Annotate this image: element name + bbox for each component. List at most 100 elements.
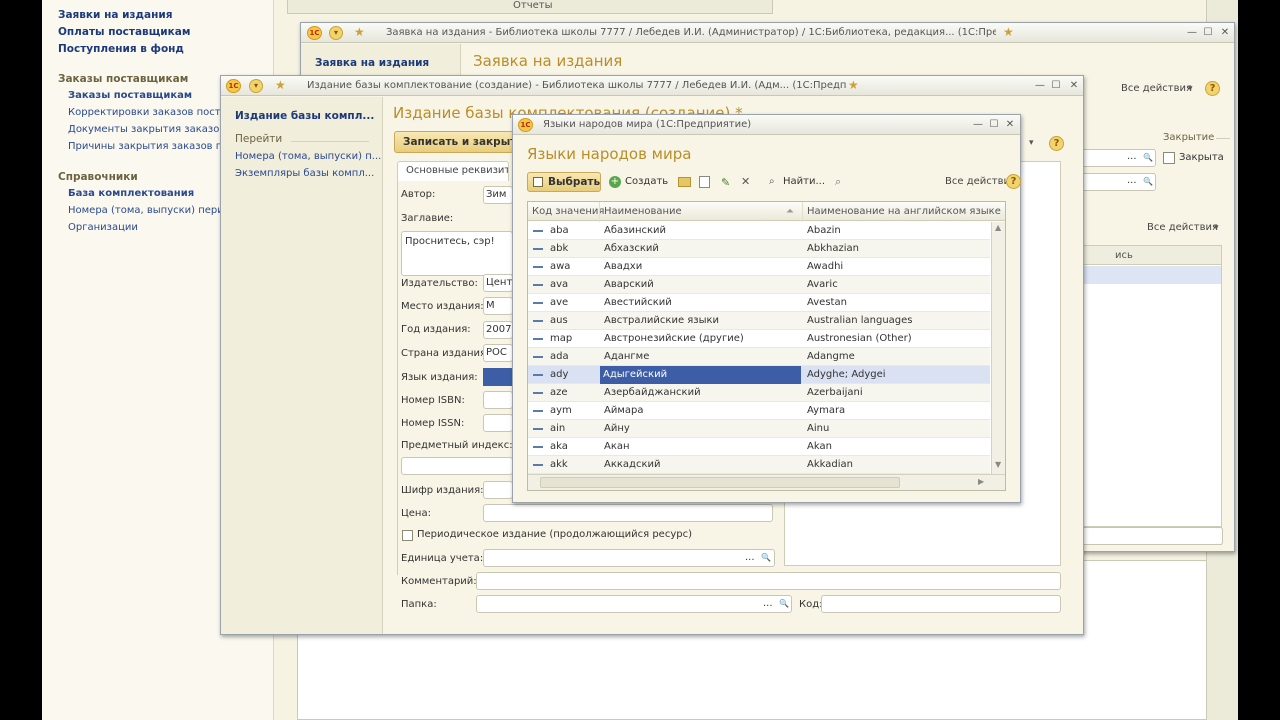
nav-link[interactable]: Поступления в фонд xyxy=(58,43,184,55)
find-icon[interactable]: ⌕ xyxy=(769,176,775,187)
delete-icon[interactable]: ✕ xyxy=(741,175,750,188)
table-row[interactable]: aze Азербайджанский Azerbaijani xyxy=(528,384,990,402)
maximize-icon[interactable]: ☐ xyxy=(1049,79,1063,93)
favorite-star-icon[interactable]: ★ xyxy=(354,25,365,39)
isbn-field[interactable] xyxy=(483,391,513,409)
cipher-field[interactable] xyxy=(483,481,513,499)
help-icon[interactable]: ? xyxy=(1205,81,1220,96)
languages-window-titlebar[interactable]: 1С Языки народов мира (1С:Предприятие) —… xyxy=(513,115,1020,135)
table-row[interactable]: aym Аймара Aymara xyxy=(528,402,990,420)
maximize-icon[interactable]: ☐ xyxy=(1201,26,1215,40)
issn-field[interactable] xyxy=(483,414,513,432)
request-all-actions[interactable]: Все действия xyxy=(1121,83,1192,94)
nav-link[interactable]: Организации xyxy=(68,222,138,233)
code-field[interactable] xyxy=(821,595,1061,613)
table-row[interactable]: aka Акан Akan xyxy=(528,438,990,456)
closed-checkbox[interactable] xyxy=(1163,152,1175,164)
comment-field[interactable] xyxy=(476,572,1061,590)
nav-link[interactable]: Заказы поставщикам xyxy=(68,90,192,101)
create-button[interactable]: Создать xyxy=(625,176,668,187)
favorite-star-icon[interactable]: ★ xyxy=(275,78,286,92)
minimize-icon[interactable]: — xyxy=(1033,79,1047,93)
nav-link[interactable]: Заявки на издания xyxy=(58,9,172,21)
search-icon[interactable]: 🔍 xyxy=(1141,175,1155,189)
horizontal-scrollbar[interactable]: ▶ xyxy=(528,474,1005,490)
author-field[interactable]: Зим xyxy=(483,186,513,204)
scroll-up-arrow-icon[interactable]: ▲ xyxy=(995,223,1001,232)
nav-link[interactable]: База комплектования xyxy=(68,188,194,199)
close-icon[interactable]: ✕ xyxy=(1218,26,1232,40)
table-row[interactable]: ady Адыгейский Adyghe; Adygei xyxy=(528,366,990,384)
table-row[interactable]: ain Айну Ainu xyxy=(528,420,990,438)
nav-link[interactable]: Оплаты поставщикам xyxy=(58,26,190,38)
column-header-english[interactable]: Наименование на английском языке xyxy=(807,206,1001,217)
close-icon[interactable]: ✕ xyxy=(1067,79,1081,93)
nav-link[interactable]: Причины закрытия заказов пос xyxy=(68,141,234,152)
ellipsis-button[interactable]: ... xyxy=(763,598,773,609)
select-button[interactable]: Выбрать xyxy=(527,172,601,192)
favorite-star-icon[interactable]: ★ xyxy=(848,78,859,92)
close-icon[interactable]: ✕ xyxy=(1003,118,1017,132)
search-icon[interactable]: 🔍 xyxy=(777,597,791,611)
request-all-actions-2[interactable]: Все действия xyxy=(1147,222,1218,233)
ellipsis-button[interactable]: ... xyxy=(745,552,755,563)
horizontal-scroll-thumb[interactable] xyxy=(540,477,900,488)
create-icon[interactable]: + xyxy=(609,176,621,188)
find-button[interactable]: Найти... xyxy=(783,176,825,187)
table-row[interactable]: ave Авестийский Avestan xyxy=(528,294,990,312)
request-table[interactable]: ись xyxy=(1076,245,1222,545)
periodic-checkbox[interactable] xyxy=(402,530,413,541)
table-row[interactable]: aba Абазинский Abazin xyxy=(528,222,990,240)
languages-table[interactable]: Код значения Наименование ⏶ Наименование… xyxy=(527,201,1006,491)
base-nav-title[interactable]: Издание базы компл... xyxy=(235,110,374,122)
ellipsis-button[interactable]: ... xyxy=(1127,151,1137,162)
cancel-search-icon[interactable]: ⌕ xyxy=(835,175,841,189)
language-field-selected[interactable] xyxy=(483,368,513,386)
table-row[interactable]: abk Абхазский Abkhazian xyxy=(528,240,990,258)
search-icon[interactable]: 🔍 xyxy=(759,551,773,565)
table-row[interactable]: aus Австралийские языки Australian languag… xyxy=(528,312,990,330)
subject-field[interactable] xyxy=(401,457,513,475)
add-folder-icon[interactable] xyxy=(678,177,691,187)
menu-circle-icon[interactable]: ▾ xyxy=(249,79,263,93)
search-icon[interactable]: 🔍 xyxy=(1141,151,1155,165)
nav-link[interactable]: Документы закрытия заказов п xyxy=(68,124,235,135)
help-icon[interactable]: ? xyxy=(1006,174,1021,189)
request-table-row[interactable] xyxy=(1077,266,1221,284)
column-header-name[interactable]: Наименование xyxy=(604,206,682,217)
table-row[interactable]: akk Аккадский Akkadian xyxy=(528,456,990,474)
folder-field[interactable] xyxy=(476,595,792,613)
table-row[interactable]: awa Авадхи Awadhi xyxy=(528,258,990,276)
menu-circle-icon[interactable]: ▾ xyxy=(329,26,343,40)
help-icon[interactable]: ? xyxy=(1049,136,1064,151)
scroll-right-arrow-icon[interactable]: ▶ xyxy=(978,477,984,486)
table-row[interactable]: ava Аварский Avaric xyxy=(528,276,990,294)
reports-label[interactable]: Отчеты xyxy=(513,0,552,11)
price-field[interactable] xyxy=(483,504,773,522)
request-window-titlebar[interactable]: 1С ▾ ★ Заявка на издания - Библиотека шк… xyxy=(301,23,1234,43)
tab-main-props[interactable]: Основные реквизиты xyxy=(397,161,509,181)
country-field[interactable]: РОС xyxy=(483,344,513,362)
favorite-star-icon[interactable]: ★ xyxy=(1003,25,1014,39)
vertical-scrollbar[interactable]: ▲ ▼ xyxy=(991,222,1005,474)
copy-icon[interactable] xyxy=(699,176,710,188)
edit-pencil-icon[interactable]: ✎ xyxy=(721,176,730,189)
place-field[interactable]: М xyxy=(483,297,513,315)
publisher-field[interactable]: Цент xyxy=(483,274,513,292)
base-window-titlebar[interactable]: 1С ▾ ★ Издание базы комплектование (созд… xyxy=(221,76,1083,96)
table-row[interactable]: ada Адангме Adangme xyxy=(528,348,990,366)
minimize-icon[interactable]: — xyxy=(971,118,985,132)
nav-link[interactable]: Корректировки заказов постав xyxy=(68,107,233,118)
column-header-code[interactable]: Код значения xyxy=(532,206,604,217)
maximize-icon[interactable]: ☐ xyxy=(987,118,1001,132)
base-nav-item-issues[interactable]: Номера (тома, выпуски) п... xyxy=(235,151,381,162)
nav-link[interactable]: Номера (тома, выпуски) период xyxy=(68,205,237,216)
save-close-button[interactable]: Записать и закрыть xyxy=(394,131,514,153)
base-nav-item-copies[interactable]: Экземпляры базы компл... xyxy=(235,168,374,179)
scroll-down-arrow-icon[interactable]: ▼ xyxy=(995,460,1001,469)
ellipsis-button[interactable]: ... xyxy=(1127,175,1137,186)
table-row[interactable]: map Австронезийские (другие) Austronesian … xyxy=(528,330,990,348)
unit-field[interactable] xyxy=(483,549,775,567)
title-field[interactable]: Проснитесь, сэр! xyxy=(401,231,513,276)
minimize-icon[interactable]: — xyxy=(1185,26,1199,40)
